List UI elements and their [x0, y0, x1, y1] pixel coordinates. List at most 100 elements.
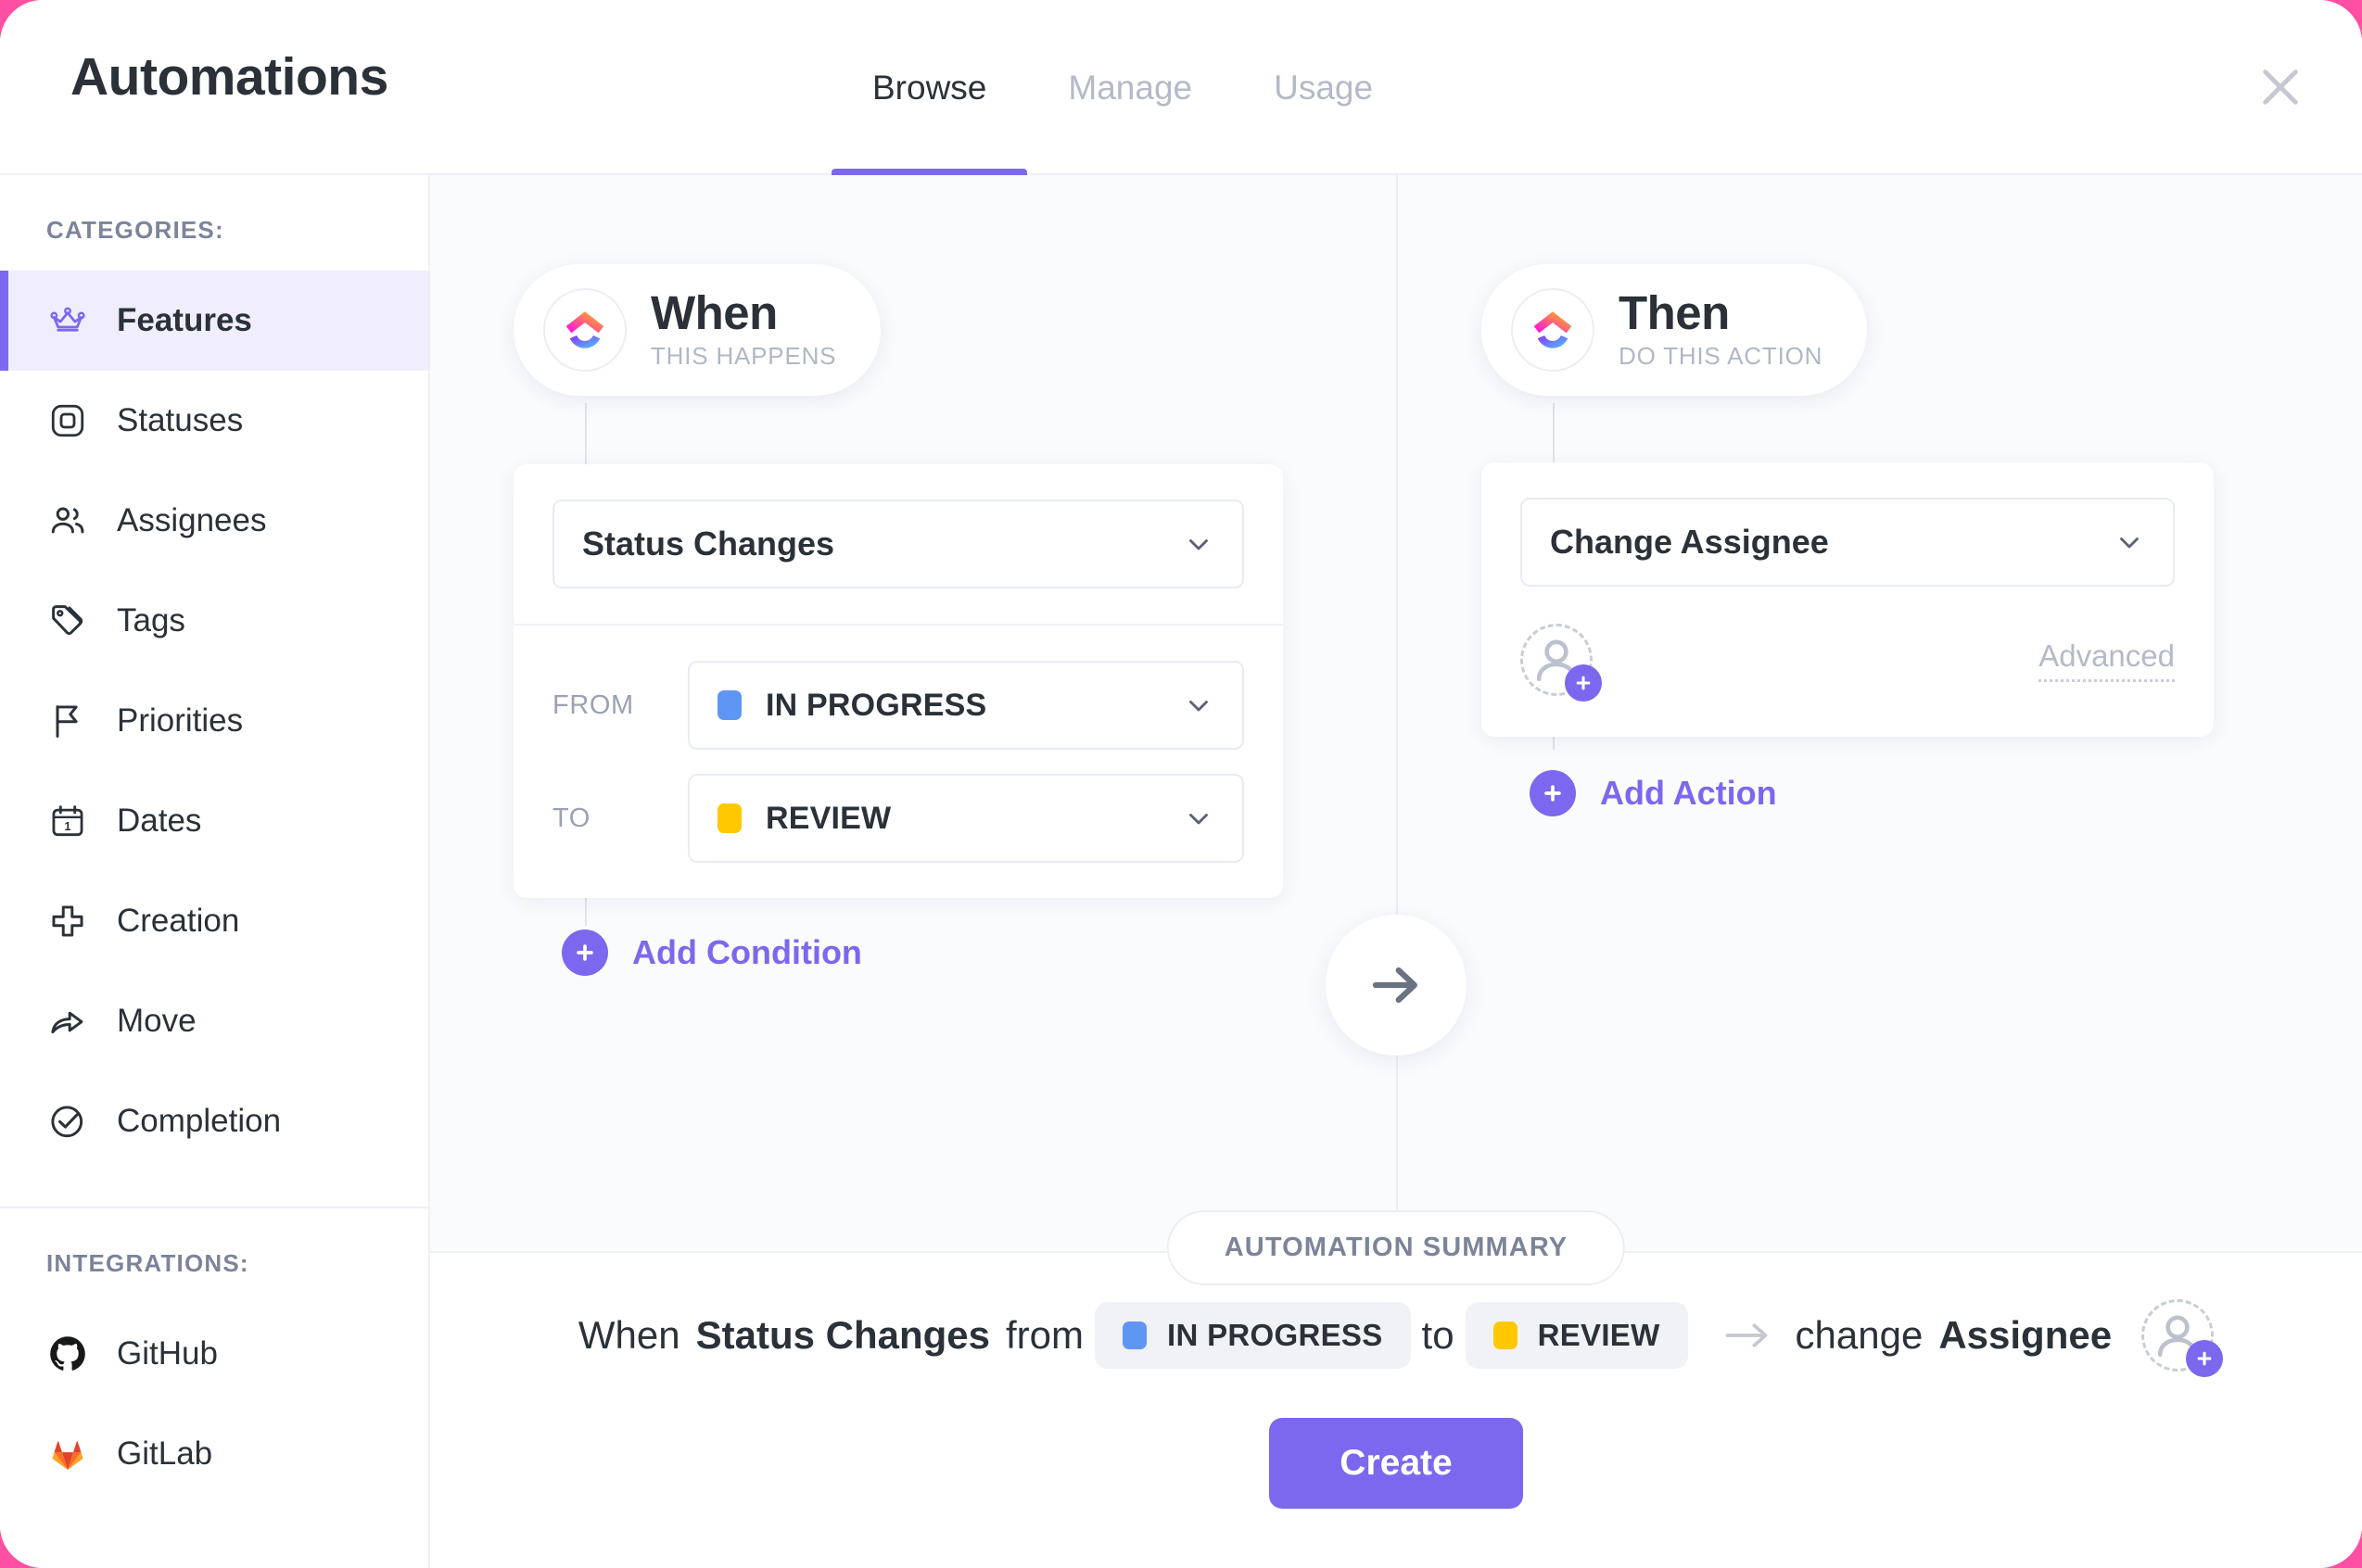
sidebar-item-label: Features [117, 302, 252, 338]
github-icon [46, 1333, 89, 1375]
sidebar-item-label: Move [117, 1003, 197, 1039]
when-header-text: When THIS HAPPENS [651, 289, 836, 370]
when-card: Status Changes FROM IN PROGRESS TO REVIE… [514, 464, 1283, 898]
summary-when-word: When [578, 1313, 680, 1357]
trigger-select[interactable]: Status Changes [552, 499, 1244, 588]
plus-circle-icon [562, 929, 608, 976]
flow-arrow-badge [1326, 915, 1467, 1056]
condition-from-value: IN PROGRESS [766, 687, 987, 723]
arrow-right-icon [1372, 967, 1417, 1004]
when-header-pill: When THIS HAPPENS [514, 264, 882, 396]
then-header-pill: Then DO THIS ACTION [1481, 264, 1868, 396]
automation-builder: When THIS HAPPENS Status Changes FROM IN… [430, 175, 2362, 1251]
sidebar-item-tags[interactable]: Tags [0, 571, 428, 671]
arrow-right-icon [1725, 1323, 1767, 1347]
plus-circle-icon [1530, 770, 1576, 816]
summary-trigger: Status Changes [695, 1313, 991, 1357]
sidebar-item-gitlab[interactable]: GitLab [0, 1404, 428, 1504]
advanced-link[interactable]: Advanced [2038, 639, 2175, 682]
add-condition-button[interactable]: Add Condition [562, 929, 862, 976]
tab-manage[interactable]: Manage [1027, 0, 1233, 175]
status-color-dot [717, 803, 742, 833]
sidebar-item-label: Completion [117, 1103, 282, 1139]
conditions-section: FROM IN PROGRESS TO REVIEW [514, 626, 1283, 898]
check-circle-icon [46, 1100, 89, 1143]
sidebar-item-assignees[interactable]: Assignees [0, 471, 428, 571]
action-select[interactable]: Change Assignee [1520, 498, 2175, 587]
add-assignee-avatar-icon[interactable] [2141, 1299, 2224, 1377]
condition-from-label: FROM [552, 689, 634, 720]
status-color-dot [1123, 1321, 1148, 1349]
condition-from-select[interactable]: IN PROGRESS [688, 661, 1244, 750]
sidebar-item-label: GitLab [117, 1435, 213, 1472]
then-subtitle: DO THIS ACTION [1619, 341, 1823, 370]
modal-header: Automations Browse Manage Usage [0, 0, 2362, 175]
sidebar-item-github[interactable]: GitHub [0, 1304, 428, 1404]
sidebar-item-label: Statuses [117, 402, 244, 438]
automation-summary: AUTOMATION SUMMARY When Status Changes f… [430, 1210, 2362, 1568]
flag-icon [46, 700, 89, 742]
plus-icon [46, 900, 89, 942]
condition-to-label: TO [552, 803, 590, 833]
people-icon [46, 499, 89, 542]
plus-badge-icon [2186, 1340, 2224, 1377]
share-arrow-icon [46, 1000, 89, 1043]
sidebar-item-label: Creation [117, 903, 240, 939]
action-value: Change Assignee [1550, 523, 1829, 561]
sidebar-item-completion[interactable]: Completion [0, 1071, 428, 1171]
create-row: Create [430, 1418, 2362, 1509]
assignee-row: Advanced [1481, 603, 2214, 737]
close-button[interactable] [2247, 54, 2314, 120]
tag-icon [46, 600, 89, 642]
condition-to-select[interactable]: REVIEW [688, 774, 1244, 863]
modal-body: CATEGORIES: Features Statuses Assignees … [0, 175, 2362, 1568]
rounded-square-icon [46, 399, 89, 442]
add-assignee-avatar-icon[interactable] [1520, 624, 1602, 702]
sidebar-item-label: Assignees [117, 502, 267, 538]
tab-browse[interactable]: Browse [832, 0, 1028, 175]
summary-from-status: IN PROGRESS [1167, 1318, 1383, 1352]
create-button[interactable]: Create [1269, 1418, 1523, 1509]
sidebar-item-creation[interactable]: Creation [0, 871, 428, 971]
svg-text:1: 1 [64, 819, 70, 833]
trigger-value: Status Changes [582, 525, 835, 563]
add-action-label: Add Action [1600, 774, 1777, 812]
trigger-section: Status Changes [514, 464, 1283, 624]
condition-from-row: FROM IN PROGRESS [552, 661, 1244, 750]
summary-to-word: to [1421, 1313, 1454, 1357]
chevron-down-icon [1189, 814, 1208, 825]
sidebar-item-priorities[interactable]: Priorities [0, 671, 428, 771]
then-card: Change Assignee Advanced [1481, 462, 2214, 737]
sidebar-categories-heading: CATEGORIES: [46, 216, 224, 244]
add-condition-label: Add Condition [632, 933, 862, 971]
tab-usage[interactable]: Usage [1233, 0, 1414, 175]
crown-icon [46, 299, 89, 342]
chevron-down-icon [1189, 539, 1208, 550]
sidebar-item-dates[interactable]: 1 Dates [0, 771, 428, 871]
summary-badge: AUTOMATION SUMMARY [1166, 1210, 1626, 1285]
summary-action-target: Assignee [1938, 1313, 2113, 1357]
clickup-logo-icon [543, 288, 627, 372]
tab-bar: Browse Manage Usage [832, 0, 1414, 175]
condition-to-value: REVIEW [766, 800, 892, 836]
then-title: Then [1619, 286, 1730, 340]
sidebar-item-label: Tags [117, 602, 185, 639]
sidebar-item-statuses[interactable]: Statuses [0, 371, 428, 471]
add-action-button[interactable]: Add Action [1530, 770, 1777, 816]
sidebar-divider [0, 1207, 428, 1208]
then-column: Then DO THIS ACTION Change Assignee Adva… [1396, 175, 2362, 1251]
sidebar-item-move[interactable]: Move [0, 971, 428, 1071]
sidebar-item-label: Priorities [117, 702, 244, 739]
summary-to-status: REVIEW [1537, 1318, 1660, 1352]
chevron-down-icon [1189, 701, 1208, 712]
status-color-dot [717, 690, 742, 720]
condition-to-row: TO REVIEW [552, 774, 1244, 863]
summary-action-verb: change [1795, 1313, 1924, 1357]
summary-from-word: from [1006, 1313, 1085, 1357]
clickup-logo-icon [1511, 288, 1594, 372]
when-title: When [651, 286, 778, 340]
automations-modal: Automations Browse Manage Usage CATEGORI… [0, 0, 2362, 1568]
action-section: Change Assignee [1481, 462, 2214, 603]
sidebar-item-features[interactable]: Features [0, 271, 428, 371]
status-color-dot [1492, 1321, 1518, 1349]
